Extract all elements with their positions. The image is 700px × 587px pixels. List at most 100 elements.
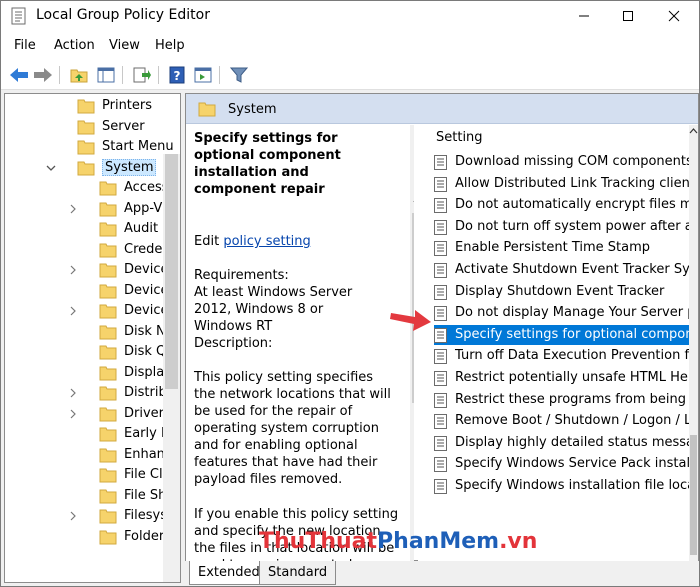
setting-row[interactable]: Download missing COM components [434, 152, 698, 172]
scroll-up-icon[interactable] [689, 127, 698, 135]
setting-row[interactable]: Remove Boot / Shutdown / Logon / Log [434, 411, 698, 431]
tree-scroll-thumb[interactable] [165, 154, 178, 389]
policy-setting-icon [434, 284, 447, 300]
scroll-up-icon[interactable] [413, 195, 414, 203]
filter-button[interactable] [228, 64, 250, 86]
extended-description: Specify settings for optional component … [186, 125, 414, 561]
tree-item-label: Device [124, 262, 169, 277]
folder-icon [77, 140, 95, 155]
chevron-right-icon[interactable] [68, 509, 78, 523]
forward-button[interactable] [32, 64, 54, 86]
tree-item[interactable]: App-V [5, 199, 180, 219]
tree-item[interactable]: Disk N [5, 322, 180, 342]
setting-row[interactable]: Do not automatically encrypt files move [434, 195, 698, 215]
maximize-button[interactable] [605, 1, 651, 31]
chevron-right-icon[interactable] [68, 386, 78, 400]
setting-row[interactable]: Do not display Manage Your Server pag [434, 303, 698, 323]
title-bar[interactable]: Local Group Policy Editor [1, 1, 699, 31]
export-list-button[interactable] [131, 64, 153, 86]
settings-scroll-thumb[interactable] [690, 435, 697, 555]
tree-item[interactable]: Display [5, 363, 180, 383]
tree-item[interactable]: Printers [5, 96, 180, 116]
policy-setting-icon [434, 457, 447, 473]
up-folder-icon [70, 69, 88, 83]
menu-view[interactable]: View [109, 38, 140, 53]
policy-setting-icon [434, 176, 447, 192]
back-button[interactable] [8, 64, 30, 86]
tree-item[interactable]: Device [5, 260, 180, 280]
folder-icon [99, 530, 117, 544]
tree-item-label: Folder [124, 528, 165, 544]
toolbar-separator [59, 66, 60, 84]
tree-scrollbar[interactable] [163, 154, 180, 582]
maximize-icon [623, 11, 633, 21]
tree-item[interactable]: Device [5, 301, 180, 321]
tree-item[interactable]: Device [5, 281, 180, 301]
setting-row[interactable]: Restrict potentially unsafe HTML Help fu [434, 368, 698, 388]
filter-icon [230, 67, 248, 83]
setting-row[interactable]: Specify Windows Service Pack installatio [434, 454, 698, 474]
tree-item-label: Device [124, 303, 169, 318]
folder-icon [99, 263, 117, 278]
up-folder-button[interactable] [68, 64, 90, 86]
chevron-right-icon[interactable] [68, 202, 78, 216]
tree-item[interactable]: Creden [5, 240, 180, 260]
menu-action[interactable]: Action [54, 38, 95, 53]
menu-bar: File Action View Help [1, 31, 699, 60]
folder-icon [99, 325, 117, 339]
tree-item[interactable]: Distrib [5, 383, 180, 403]
tab-extended[interactable]: Extended [189, 561, 269, 585]
description-scrollbar[interactable] [410, 125, 414, 561]
tree-item[interactable]: Access- [5, 178, 180, 198]
menu-help[interactable]: Help [155, 38, 185, 53]
chevron-right-icon[interactable] [68, 263, 78, 277]
properties-icon [194, 67, 212, 83]
help-icon: ? [169, 66, 185, 84]
help-button[interactable]: ? [166, 64, 188, 86]
setting-row-label: Do not automatically encrypt files move [455, 197, 698, 213]
tree-item[interactable]: Early La [5, 424, 180, 444]
folder-icon [99, 509, 117, 524]
setting-row[interactable]: Restrict these programs from being laun [434, 390, 698, 410]
chevron-down-icon[interactable] [46, 161, 56, 175]
tree-item[interactable]: File Cla [5, 465, 180, 485]
tree-item[interactable]: Driver [5, 404, 180, 424]
close-button[interactable] [651, 1, 697, 31]
tree-item[interactable]: Enhanc [5, 445, 180, 465]
properties-button[interactable] [192, 64, 214, 86]
setting-row[interactable]: Enable Persistent Time Stamp [434, 238, 698, 258]
setting-row[interactable]: Activate Shutdown Event Tracker System [434, 260, 698, 280]
tree-item[interactable]: Folder [5, 527, 180, 547]
setting-column-header[interactable]: Setting [436, 130, 483, 145]
settings-scrollbar[interactable] [689, 125, 698, 561]
setting-row[interactable]: Turn off Data Execution Prevention for E [434, 346, 698, 366]
setting-row[interactable]: Specify settings for optional componen [434, 324, 698, 345]
policy-setting-icon [434, 392, 447, 408]
tree-item[interactable]: Audit P [5, 219, 180, 239]
chevron-right-icon[interactable] [68, 304, 78, 318]
tree-item[interactable]: Filesys [5, 506, 180, 526]
console-tree[interactable]: Printers Server Start Menu System Access- App… [4, 93, 181, 583]
tree-item-label: App-V [124, 200, 163, 216]
tree-item[interactable]: System [5, 158, 180, 178]
show-hide-tree-button[interactable] [95, 64, 117, 86]
view-tabs: Extended Standard [185, 561, 699, 585]
setting-row[interactable]: Specify Windows installation file locati… [434, 476, 698, 496]
menu-file[interactable]: File [14, 38, 36, 53]
folder-icon [99, 366, 117, 380]
chevron-right-icon[interactable] [68, 407, 78, 421]
tree-item[interactable]: Disk Q [5, 342, 180, 362]
folder-icon [99, 181, 117, 196]
setting-row-label: Remove Boot / Shutdown / Logon / Log [455, 413, 698, 429]
setting-row[interactable]: Display Shutdown Event Tracker [434, 282, 698, 302]
tab-standard[interactable]: Standard [259, 561, 337, 585]
tree-item[interactable]: Start Menu [5, 137, 180, 157]
tree-item[interactable]: Server [5, 117, 180, 137]
setting-row[interactable]: Display highly detailed status messages [434, 433, 698, 453]
setting-row[interactable]: Do not turn off system power after a W [434, 217, 698, 237]
policy-setting-link[interactable]: policy setting [223, 234, 310, 249]
tree-item[interactable]: File Sh [5, 486, 180, 506]
forward-arrow-icon [34, 68, 52, 82]
setting-row[interactable]: Allow Distributed Link Tracking clients … [434, 174, 698, 194]
minimize-button[interactable] [561, 1, 607, 31]
